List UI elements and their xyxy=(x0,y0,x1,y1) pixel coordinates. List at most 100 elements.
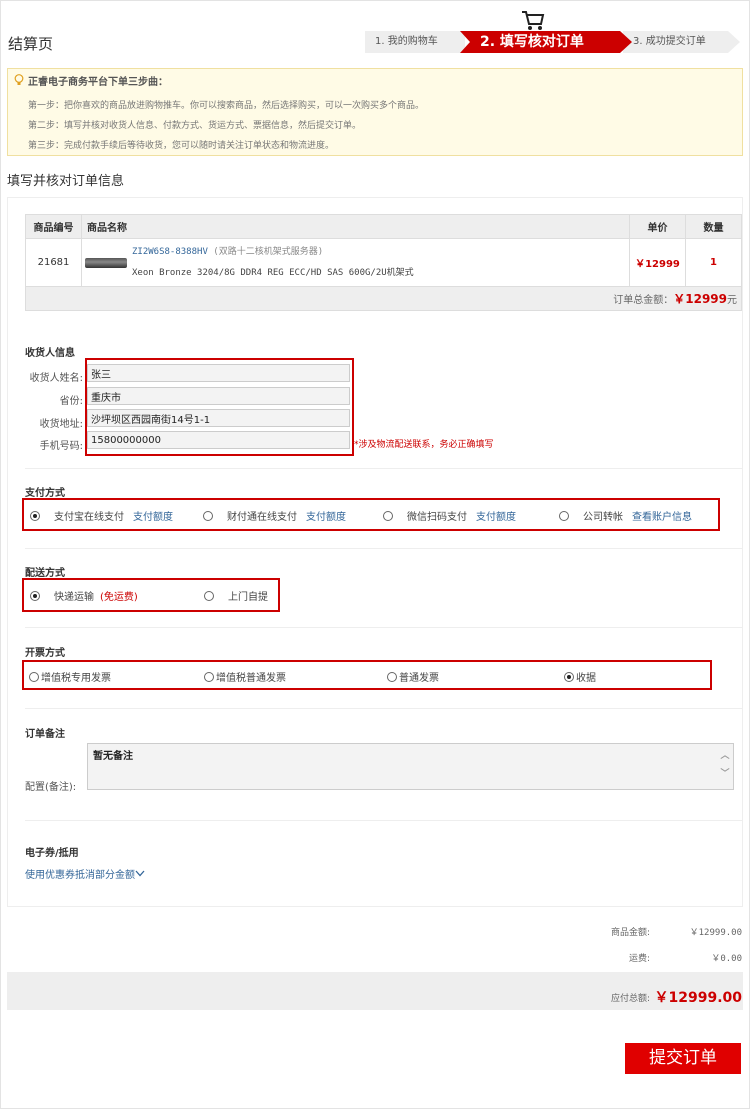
page-title: 结算页 xyxy=(8,35,54,53)
goods-price: ￥12999 xyxy=(629,238,686,287)
payment-label: 财付通在线支付 xyxy=(227,512,297,523)
radio-button[interactable] xyxy=(203,511,213,521)
product-image[interactable] xyxy=(85,258,127,268)
section-title: 填写并核对订单信息 xyxy=(7,174,125,189)
delivery-label: 上门自提 xyxy=(228,592,268,603)
invoice-option-normal[interactable]: 普通发票 xyxy=(387,669,439,684)
goods-table: 商品编号 商品名称 单价 数量 21681 ZI2W6S8-8388HV (双路… xyxy=(25,214,742,311)
province-input[interactable] xyxy=(87,387,350,405)
radio-button[interactable] xyxy=(383,511,393,521)
goods-amount-value: ￥12999.00 xyxy=(689,928,742,938)
divider xyxy=(25,548,742,549)
memo-text: 暂无备注 xyxy=(93,751,133,762)
payable-label: 应付总额: xyxy=(610,994,650,1004)
radio-button[interactable] xyxy=(559,511,569,521)
step-confirm-current: 2. 填写核对订单 xyxy=(460,31,632,53)
radio-button[interactable] xyxy=(204,591,214,601)
invoice-highlight xyxy=(22,660,712,690)
payment-option-tenpay[interactable]: 财付通在线支付 支付额度 xyxy=(203,508,346,523)
receiver-title: 收货人信息 xyxy=(25,348,75,359)
tips-step-2: 第二步：填写并核对收货人信息、付款方式、货运方式、票据信息，然后提交订单。 xyxy=(28,121,362,131)
col-header-id: 商品编号 xyxy=(25,214,82,239)
radio-button[interactable] xyxy=(29,672,39,682)
payment-label: 微信扫码支付 xyxy=(407,512,467,523)
goods-name-cell: ZI2W6S8-8388HV (双路十二核机架式服务器) Xeon Bronze… xyxy=(81,238,630,287)
product-spec: Xeon Bronze 3204/8G DDR4 REG ECC/HD SAS … xyxy=(132,268,414,278)
coupon-title: 电子券/抵用 xyxy=(25,848,79,859)
tips-step-3: 第三步：完成付款手续后等待收货，您可以随时请关注订单状态和物流进度。 xyxy=(28,141,335,151)
invoice-option-receipt[interactable]: 收据 xyxy=(564,669,596,684)
invoice-label: 增值税专用发票 xyxy=(41,673,111,684)
address-label: 收货地址: xyxy=(39,419,83,430)
memo-title: 订单备注 xyxy=(25,729,65,740)
order-total: 订单总金额：￥12999元 xyxy=(25,286,742,311)
coupon-link-text[interactable]: 使用优惠券抵消部分金额 xyxy=(25,870,135,881)
order-total-unit: 元 xyxy=(727,295,737,306)
receiver-name-input[interactable] xyxy=(87,364,350,382)
payable-value: ￥12999.00 xyxy=(654,990,742,1006)
payment-label: 支付宝在线支付 xyxy=(54,512,124,523)
free-shipping-note: (免运费) xyxy=(100,592,138,603)
radio-button[interactable] xyxy=(564,672,574,682)
payment-option-wechat[interactable]: 微信扫码支付 支付额度 xyxy=(383,508,516,523)
product-title[interactable]: ZI2W6S8-8388HV (双路十二核机架式服务器) xyxy=(132,244,323,257)
invoice-label: 增值税普通发票 xyxy=(216,673,286,684)
phone-label: 手机号码: xyxy=(39,441,83,452)
quota-link[interactable]: 支付额度 xyxy=(306,512,346,523)
payment-option-transfer[interactable]: 公司转帐 查看账户信息 xyxy=(559,508,692,523)
radio-button[interactable] xyxy=(204,672,214,682)
order-total-value: ￥12999 xyxy=(673,292,727,306)
address-input[interactable] xyxy=(87,409,350,427)
col-header-qty: 数量 xyxy=(685,214,742,239)
delivery-option-express[interactable]: 快递运输 (免运费) xyxy=(30,588,138,603)
step-success: 3. 成功提交订单 xyxy=(623,31,740,53)
delivery-option-pickup[interactable]: 上门自提 xyxy=(204,588,268,603)
step-cart[interactable]: 1. 我的购物车 xyxy=(365,31,465,53)
invoice-label: 收据 xyxy=(576,673,596,684)
product-model[interactable]: ZI2W6S8-8388HV xyxy=(132,247,208,257)
goods-qty: 1 xyxy=(685,238,742,287)
phone-input[interactable] xyxy=(87,431,350,449)
shipping-value: ￥0.00 xyxy=(711,954,742,964)
tips-heading: 正睿电子商务平台下单三步曲： xyxy=(28,77,168,88)
quota-link[interactable]: 支付额度 xyxy=(476,512,516,523)
submit-order-button[interactable]: 提交订单 xyxy=(625,1043,741,1074)
col-header-price: 单价 xyxy=(629,214,686,239)
chevron-down-icon[interactable]: ﹀ xyxy=(720,765,730,783)
goods-id: 21681 xyxy=(25,238,82,287)
invoice-option-vat-special[interactable]: 增值税专用发票 xyxy=(29,669,111,684)
col-header-name: 商品名称 xyxy=(81,214,630,239)
account-info-link[interactable]: 查看账户信息 xyxy=(632,512,692,523)
coupon-toggle[interactable]: 使用优惠券抵消部分金额 xyxy=(25,866,145,881)
tips-step-1: 第一步：把你喜欢的商品放进购物推车。你可以搜索商品，然后选择购买，可以一次购买多… xyxy=(28,101,425,111)
divider xyxy=(25,820,742,821)
invoice-option-vat-normal[interactable]: 增值税普通发票 xyxy=(204,669,286,684)
product-model-desc: (双路十二核机架式服务器) xyxy=(213,247,324,257)
memo-label: 配置(备注): xyxy=(25,782,77,793)
divider xyxy=(25,708,742,709)
payment-label: 公司转帐 xyxy=(583,512,623,523)
order-total-row: 订单总金额：￥12999元 xyxy=(25,286,742,311)
shipping-label: 运费: xyxy=(628,954,650,964)
order-tips: 正睿电子商务平台下单三步曲： 第一步：把你喜欢的商品放进购物推车。你可以搜索商品… xyxy=(7,68,743,156)
radio-button[interactable] xyxy=(387,672,397,682)
memo-scrollbar[interactable]: ︿ ﹀ xyxy=(720,747,730,787)
delivery-title: 配送方式 xyxy=(25,568,65,579)
table-row: 21681 ZI2W6S8-8388HV (双路十二核机架式服务器) Xeon … xyxy=(25,238,742,287)
radio-button[interactable] xyxy=(30,511,40,521)
order-total-label: 订单总金额： xyxy=(613,295,674,306)
memo-textarea[interactable]: 暂无备注 ︿ ﹀ xyxy=(87,743,734,790)
receiver-name-label: 收货人姓名: xyxy=(29,373,83,384)
lightbulb-icon xyxy=(14,74,24,85)
divider xyxy=(25,468,742,469)
quota-link[interactable]: 支付额度 xyxy=(133,512,173,523)
payment-option-alipay[interactable]: 支付宝在线支付 支付额度 xyxy=(30,508,173,523)
invoice-label: 普通发票 xyxy=(399,673,439,684)
payment-title: 支付方式 xyxy=(25,488,65,499)
divider xyxy=(25,627,742,628)
chevron-down-icon[interactable] xyxy=(135,870,145,877)
invoice-title: 开票方式 xyxy=(25,648,65,659)
chevron-up-icon[interactable]: ︿ xyxy=(720,747,730,765)
radio-button[interactable] xyxy=(30,591,40,601)
phone-hint: *涉及物流配送联系，务必正确填写 xyxy=(354,440,494,450)
